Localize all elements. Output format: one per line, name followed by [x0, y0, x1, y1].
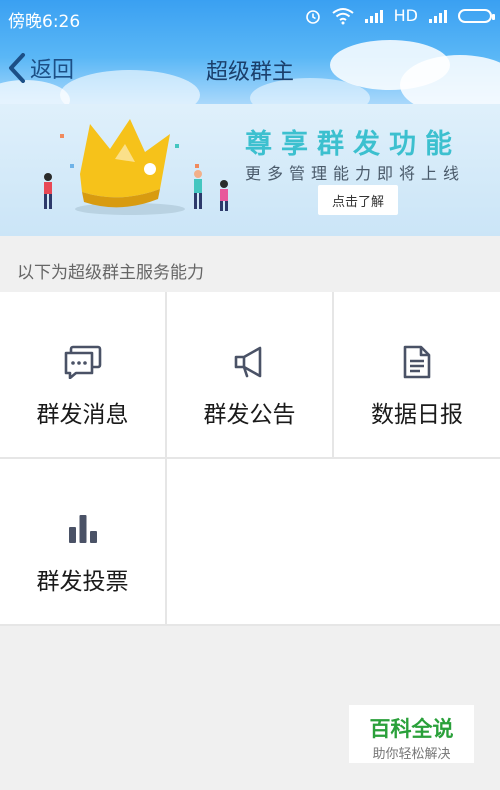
- feature-label: 数据日报: [371, 402, 463, 428]
- section-header: 以下为超级群主服务能力: [0, 236, 500, 292]
- banner-title: 尊享群发功能: [245, 129, 461, 160]
- status-bar: 傍晚6:26 HD: [0, 0, 500, 34]
- signal-icon: [364, 9, 383, 23]
- watermark: 百科全说 助你轻松解决: [349, 705, 474, 763]
- section-header-text: 以下为超级群主服务能力: [17, 263, 204, 283]
- learn-more-button[interactable]: 点击了解: [318, 185, 398, 215]
- alarm-icon: [305, 9, 320, 24]
- feature-label: 群发投票: [36, 569, 129, 595]
- status-time: 傍晚6:26: [8, 12, 81, 32]
- feature-grid: 群发消息 群发公告 数据日报 群发投票: [0, 292, 500, 626]
- feature-mass-message[interactable]: 群发消息: [0, 292, 165, 457]
- bar-chart-icon: [63, 509, 103, 549]
- watermark-subtitle: 助你轻松解决: [372, 747, 451, 762]
- battery-icon: [458, 8, 495, 23]
- feature-label: 群发消息: [36, 402, 129, 428]
- divider: [332, 292, 334, 457]
- empty-cell: [167, 459, 500, 624]
- signal-icon: [429, 9, 447, 23]
- wifi-icon: [332, 7, 354, 24]
- document-icon: [397, 342, 437, 382]
- feature-daily-report[interactable]: 数据日报: [334, 292, 500, 457]
- crown-illustration: [44, 119, 228, 215]
- status-icons: HD: [304, 6, 495, 25]
- megaphone-icon: [230, 342, 270, 382]
- chat-bubbles-icon: [63, 342, 103, 382]
- divider: [0, 457, 500, 459]
- banner-subtitle: 更多管理能力即将上线: [245, 164, 466, 183]
- feature-mass-vote[interactable]: 群发投票: [0, 459, 165, 624]
- feature-mass-announcement[interactable]: 群发公告: [167, 292, 332, 457]
- divider: [0, 624, 500, 626]
- promo-banner[interactable]: 尊享群发功能 更多管理能力即将上线 点击了解: [0, 104, 500, 236]
- network-type: HD: [393, 6, 418, 25]
- divider: [165, 292, 167, 626]
- header-background: 傍晚6:26 HD 返回 超级群主: [0, 0, 500, 104]
- nav-bar: 返回 超级群主: [0, 34, 500, 104]
- feature-label: 群发公告: [203, 402, 296, 428]
- page-title: 超级群主: [205, 60, 294, 85]
- watermark-title: 百科全说: [369, 717, 454, 741]
